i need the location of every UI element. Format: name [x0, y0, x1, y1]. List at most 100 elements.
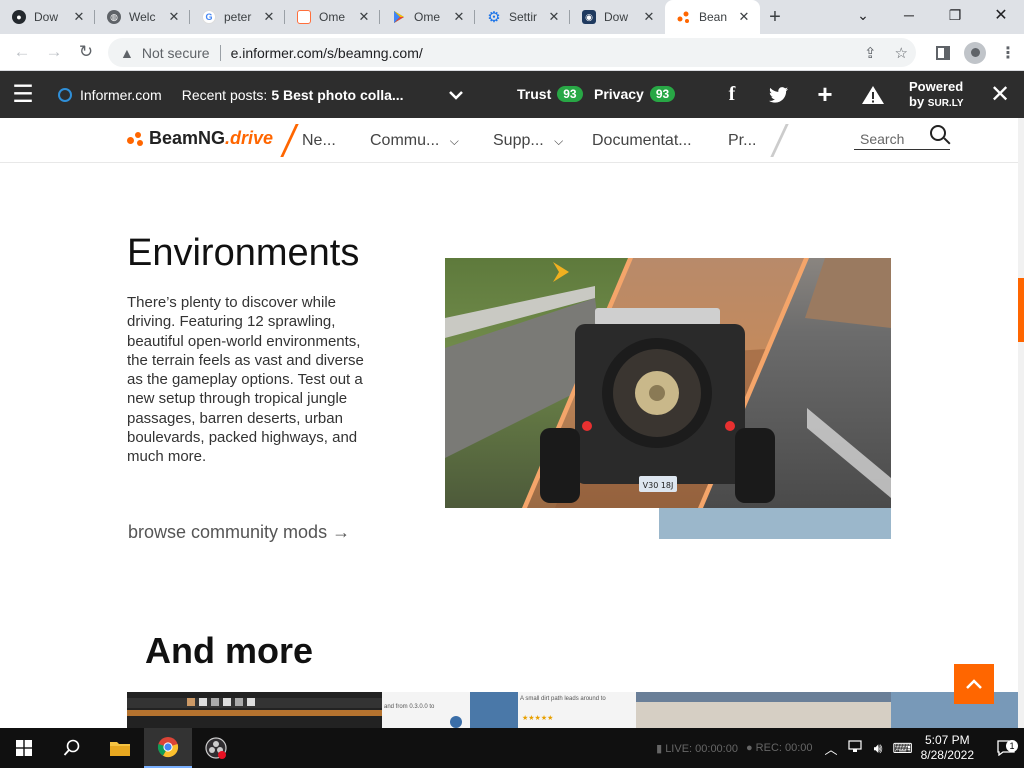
nav-community[interactable]: Commu... ⌵	[370, 132, 459, 150]
gallery-thumbnail[interactable]	[636, 692, 891, 728]
side-panel-icon[interactable]	[936, 45, 950, 60]
hamburger-menu-icon[interactable]: ☰	[0, 80, 46, 109]
search-input[interactable]: Search	[854, 125, 950, 150]
thumbnail-rating: ★★★★★	[522, 715, 554, 722]
profile-avatar[interactable]	[964, 41, 986, 64]
minimize-button[interactable]: ─	[886, 0, 932, 30]
new-tab-button[interactable]: +	[760, 0, 790, 34]
close-icon[interactable]: ✕	[261, 9, 277, 25]
twitter-icon[interactable]	[764, 71, 794, 118]
scrollbar-thumb[interactable]	[1018, 278, 1024, 342]
ometv-icon	[297, 10, 311, 24]
google-icon: G	[202, 10, 216, 24]
chevron-down-icon: ⌵	[554, 134, 564, 148]
gallery-thumbnail[interactable]	[127, 692, 382, 728]
close-icon[interactable]: ✕	[166, 9, 182, 25]
decorative-blue-block	[659, 508, 891, 539]
rec-indicator: ● REC: 00:00	[746, 742, 813, 754]
tab-search-icon[interactable]: ⌄	[840, 0, 886, 30]
obs-studio-icon[interactable]	[192, 728, 240, 768]
facebook-icon[interactable]: f	[718, 71, 746, 118]
close-window-button[interactable]: ✕	[978, 0, 1024, 30]
nav-documentation[interactable]: Documentat...	[592, 132, 692, 150]
browser-tab[interactable]: G peter ✕	[190, 0, 285, 34]
powered-by-surly[interactable]: Powered by SUR.LY	[909, 79, 964, 111]
logo-accent-text: .drive	[225, 128, 274, 148]
privacy-score[interactable]: Privacy 93	[594, 86, 676, 102]
tab-title: Ome	[319, 10, 346, 24]
trust-score[interactable]: Trust 93	[517, 86, 583, 102]
security-label[interactable]: Not secure	[142, 45, 210, 61]
reload-button[interactable]: ↻	[70, 36, 102, 68]
search-icon[interactable]	[48, 728, 96, 768]
thumbnail-text: A small dirt path leads around to	[520, 696, 606, 702]
network-icon[interactable]	[847, 739, 864, 757]
tab-title: Settir	[509, 10, 538, 24]
powered-by-label: by	[909, 94, 925, 109]
windows-start-icon[interactable]	[0, 728, 48, 768]
and-more-title: And more	[145, 630, 314, 671]
recent-posts-label: Recent posts:	[181, 86, 268, 103]
browse-community-mods-link[interactable]: browse community mods →	[128, 522, 350, 543]
address-bar-actions: ⇪ ☆	[864, 38, 908, 67]
close-icon[interactable]: ✕	[736, 9, 752, 25]
system-tray: ▮ LIVE: 00:00:00 ● REC: 00:00 ︿ 🔊︎ ⌨︎ 5:…	[656, 728, 1024, 768]
tab-title: Dow	[604, 10, 629, 24]
url-text[interactable]: e.informer.com/s/beamng.com/	[231, 45, 423, 61]
browser-tab[interactable]: ◍ Welc ✕	[95, 0, 190, 34]
close-icon[interactable]: ✕	[356, 9, 372, 25]
browser-tab-active[interactable]: Bean ✕	[665, 0, 760, 34]
nav-news[interactable]: Ne...	[302, 132, 336, 150]
beamng-logo-icon	[127, 131, 145, 146]
play-store-icon	[392, 10, 406, 24]
close-icon[interactable]: ✕	[641, 9, 657, 25]
plus-icon[interactable]: +	[812, 71, 838, 118]
chevron-down-icon[interactable]	[444, 71, 468, 118]
beamng-logo[interactable]: BeamNG .drive	[127, 128, 273, 149]
chevron-down-icon: ⌵	[449, 134, 459, 148]
menu-kebab-icon[interactable]: ⋮	[1000, 43, 1016, 63]
warning-icon[interactable]	[858, 71, 888, 118]
chevron-up-icon[interactable]: ︿	[825, 739, 838, 758]
browser-tab[interactable]: ● Dow ✕	[0, 0, 95, 34]
chrome-icon[interactable]	[144, 728, 192, 768]
browser-tab[interactable]: Ome ✕	[285, 0, 380, 34]
address-bar[interactable]: ▲ Not secure e.informer.com/s/beamng.com…	[108, 38, 916, 67]
header-slash-divider	[770, 124, 789, 157]
bookmark-star-icon[interactable]: ☆	[895, 44, 908, 62]
forward-button[interactable]: →	[38, 36, 70, 68]
nav-support[interactable]: Supp... ⌵	[493, 132, 563, 150]
search-placeholder: Search	[860, 131, 905, 147]
keyboard-icon[interactable]: ⌨︎	[892, 740, 912, 757]
back-button[interactable]: ←	[6, 36, 38, 68]
search-icon[interactable]	[930, 125, 946, 141]
thumbnail-text: and from 0.3.0.0 to	[384, 704, 435, 710]
site-header: BeamNG .drive Ne... Commu... ⌵ Supp... ⌵ …	[0, 118, 1018, 163]
scroll-to-top-button[interactable]	[954, 664, 994, 704]
system-clock[interactable]: 5:07 PM 8/28/2022	[921, 733, 974, 763]
browser-tab[interactable]: ⚙ Settir ✕	[475, 0, 570, 34]
close-icon[interactable]: ✕	[546, 9, 562, 25]
file-explorer-icon[interactable]	[96, 728, 144, 768]
close-icon[interactable]: ✕	[988, 71, 1012, 118]
informer-brand[interactable]: Informer.com	[80, 87, 162, 103]
gallery-thumbnail[interactable]: and from 0.3.0.0 to A small dirt path le…	[382, 692, 636, 728]
notification-count: 1	[1006, 740, 1018, 752]
warning-icon[interactable]: ▲	[120, 45, 134, 61]
volume-icon[interactable]: 🔊︎	[874, 740, 883, 757]
page-scrollbar[interactable]	[1018, 118, 1024, 728]
notification-icon[interactable]: 1	[988, 740, 1024, 756]
nav-press[interactable]: Pr...	[728, 132, 756, 150]
environments-title: Environments	[127, 232, 360, 274]
maximize-button[interactable]: ❐	[932, 0, 978, 30]
browser-tab[interactable]: ◉ Dow ✕	[570, 0, 665, 34]
environments-description: There’s plenty to discover while driving…	[127, 294, 364, 466]
recent-post-link[interactable]: 5 Best photo colla...	[271, 87, 403, 103]
share-icon[interactable]: ⇪	[864, 44, 877, 62]
informer-logo-icon	[58, 87, 72, 102]
windows-taskbar: ▮ LIVE: 00:00:00 ● REC: 00:00 ︿ 🔊︎ ⌨︎ 5:…	[0, 728, 1024, 768]
divider	[219, 44, 221, 61]
close-icon[interactable]: ✕	[451, 9, 467, 25]
close-icon[interactable]: ✕	[71, 9, 87, 25]
browser-tab[interactable]: Ome ✕	[380, 0, 475, 34]
